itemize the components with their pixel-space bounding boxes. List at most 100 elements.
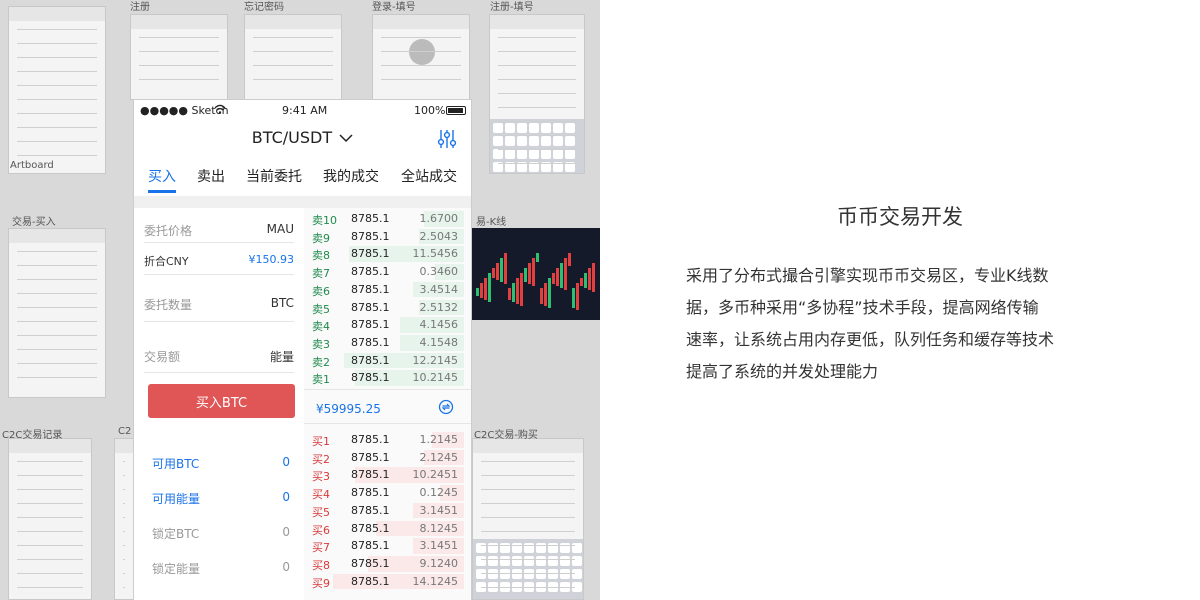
- ask-row[interactable]: 卖10 8785.1 1.6700: [304, 210, 464, 228]
- candle-mark: [528, 263, 531, 284]
- ask-row[interactable]: 卖5 8785.1 2.5132: [304, 299, 464, 317]
- filter-sliders-icon[interactable]: [436, 128, 458, 150]
- placeholder-line: [17, 545, 83, 546]
- battery-label: 100%: [414, 104, 446, 117]
- bid-row[interactable]: 买2 8785.1 2.1245: [304, 449, 464, 467]
- key-mark: [529, 149, 539, 159]
- key-mark: [500, 569, 510, 579]
- artboard-market-list: [8, 6, 106, 174]
- bid-row[interactable]: 买3 8785.1 10.2451: [304, 466, 464, 484]
- artboard-c2c-records: [8, 438, 92, 600]
- placeholder-line: [498, 135, 576, 136]
- tab-sell[interactable]: 卖出: [197, 166, 225, 186]
- ask-row[interactable]: 卖2 8785.1 12.2145: [304, 352, 464, 370]
- available-btc-label: 可用BTC: [152, 457, 200, 471]
- tab-buy[interactable]: 买入: [148, 166, 176, 186]
- placeholder-line: [253, 51, 333, 52]
- key-mark: [553, 149, 563, 159]
- candle-mark: [560, 263, 563, 288]
- ask-row[interactable]: 卖1 8785.1 10.2145: [304, 369, 464, 387]
- amount-input[interactable]: 委托数量 BTC: [134, 282, 302, 322]
- key-mark: [572, 569, 582, 579]
- placeholder-line: [139, 37, 219, 38]
- key-mark: [553, 136, 563, 146]
- order-quantity: 8.1245: [419, 521, 459, 535]
- description-line: 据，多币种采用“多协程”技术手段，提高网络传输: [686, 298, 1039, 317]
- pair-selector[interactable]: BTC/USDT: [134, 128, 471, 147]
- bid-row[interactable]: 买4 8785.1 0.1245: [304, 484, 464, 502]
- price-input[interactable]: 委托价格 MAU: [134, 208, 302, 254]
- level-label: 买9: [312, 576, 330, 590]
- placeholder-line: [17, 85, 97, 86]
- tab-all-trades[interactable]: 全站成交: [401, 166, 457, 186]
- field-divider: [144, 372, 294, 373]
- artboard-trade-buy: [8, 228, 106, 398]
- description-line: 速率，让系统占用内存更低，队列任务和缓存等技术: [686, 330, 1055, 349]
- placeholder-line: [17, 335, 97, 336]
- placeholder-line: [123, 503, 125, 504]
- book-divider: [304, 423, 471, 424]
- placeholder-line: [123, 545, 125, 546]
- candle-mark: [568, 253, 571, 266]
- tab-my-trades[interactable]: 我的成交: [323, 166, 379, 186]
- bid-row[interactable]: 买1 8785.1 1.2145: [304, 431, 464, 449]
- order-quantity: 0.3460: [419, 265, 459, 279]
- amount-label: 委托数量: [144, 298, 193, 312]
- candle-mark: [492, 268, 495, 278]
- ask-row[interactable]: 卖9 8785.1 2.5043: [304, 228, 464, 246]
- buy-btc-button[interactable]: 买入BTC: [148, 384, 295, 418]
- level-label: 买6: [312, 523, 330, 537]
- refresh-icon[interactable]: [438, 399, 454, 415]
- ask-row[interactable]: 卖7 8785.1 0.3460: [304, 263, 464, 281]
- candle-mark: [532, 258, 535, 286]
- key-mark: [524, 556, 534, 566]
- placeholder-line: [123, 475, 125, 476]
- locked-btc-label: 锁定BTC: [152, 527, 200, 541]
- bid-row[interactable]: 买8 8785.1 9.1240: [304, 555, 464, 573]
- ask-row[interactable]: 卖6 8785.1 3.4514: [304, 281, 464, 299]
- placeholder-line: [17, 251, 97, 252]
- order-price: 8785.1: [351, 300, 390, 314]
- candle-mark: [580, 278, 583, 286]
- order-price: 8785.1: [351, 486, 390, 500]
- placeholder-line: [498, 65, 576, 66]
- bid-row[interactable]: 买5 8785.1 3.1451: [304, 502, 464, 520]
- status-bar: ●●●●● Sketch 9:41 AM 100%: [134, 100, 471, 120]
- bid-row[interactable]: 买7 8785.1 3.1451: [304, 537, 464, 555]
- bid-row[interactable]: 买9 8785.1 14.1245: [304, 573, 464, 591]
- ask-row[interactable]: 卖4 8785.1 4.1456: [304, 316, 464, 334]
- placeholder-line: [17, 321, 97, 322]
- battery-icon: [446, 106, 466, 115]
- ask-row[interactable]: 卖8 8785.1 11.5456: [304, 245, 464, 263]
- key-mark: [553, 123, 563, 133]
- price-unit: MAU: [266, 222, 294, 236]
- order-price: 8785.1: [351, 335, 390, 349]
- tab-current-orders[interactable]: 当前委托: [246, 166, 302, 186]
- placeholder-line: [498, 163, 576, 164]
- placeholder-line: [253, 65, 333, 66]
- placeholder-line: [123, 573, 125, 574]
- active-tab-indicator: [148, 190, 176, 193]
- placeholder-line: [17, 531, 83, 532]
- placeholder-line: [139, 51, 219, 52]
- placeholder-line: [481, 531, 575, 532]
- order-quantity: 10.2145: [412, 371, 459, 385]
- placeholder-line: [498, 93, 576, 94]
- key-mark: [476, 556, 486, 566]
- ask-row[interactable]: 卖3 8785.1 4.1548: [304, 334, 464, 352]
- key-mark: [493, 123, 503, 133]
- placeholder-line: [253, 37, 333, 38]
- candle-mark: [592, 263, 595, 292]
- key-mark: [500, 556, 510, 566]
- placeholder-line: [17, 517, 83, 518]
- key-mark: [524, 569, 534, 579]
- key-mark: [548, 569, 558, 579]
- candle-mark: [504, 253, 507, 284]
- key-mark: [512, 556, 522, 566]
- order-price: 8785.1: [351, 229, 390, 243]
- available-energy-label: 可用能量: [152, 492, 201, 506]
- bid-row[interactable]: 买6 8785.1 8.1245: [304, 520, 464, 538]
- candle-mark: [512, 283, 515, 302]
- total-input[interactable]: 交易额 能量: [134, 334, 302, 374]
- key-mark: [505, 149, 515, 159]
